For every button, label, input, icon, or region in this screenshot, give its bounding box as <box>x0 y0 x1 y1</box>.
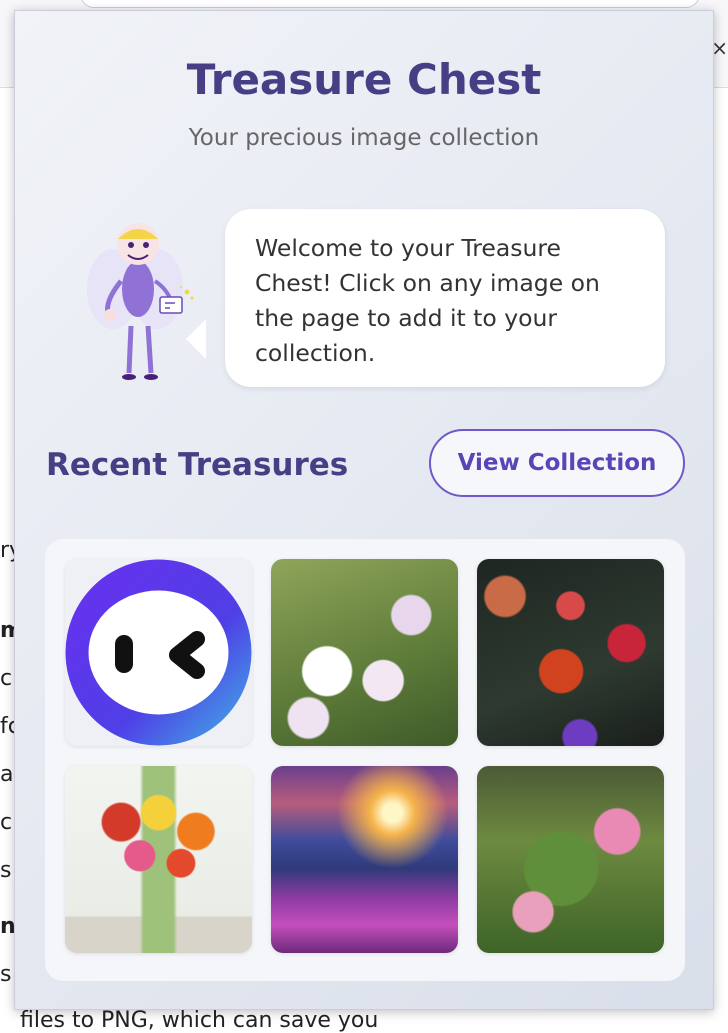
recent-treasures-grid <box>45 539 685 981</box>
popup-subtitle: Your precious image collection <box>188 125 540 151</box>
thumbnail-red-roses-bouquet[interactable] <box>477 559 664 746</box>
thumbnail-gerbera-daisy-vase[interactable] <box>65 766 252 953</box>
background-text: a <box>0 762 14 787</box>
treasure-chest-popup: Treasure Chest Your precious image colle… <box>14 10 714 1010</box>
thumbnail-mountain-sunset-meadow[interactable] <box>271 766 458 953</box>
background-text: s <box>0 858 12 883</box>
thumbnail-pink-lotus-flowers[interactable] <box>477 766 664 953</box>
view-collection-button[interactable]: View Collection <box>429 429 685 497</box>
app-logo-icon <box>65 559 252 746</box>
background-text: c <box>0 666 13 691</box>
popup-title: Treasure Chest <box>186 55 542 104</box>
speech-bubble-tail <box>186 319 206 359</box>
welcome-speech-bubble: Welcome to your Treasure Chest! Click on… <box>225 209 665 387</box>
recent-treasures-heading: Recent Treasures <box>46 447 349 483</box>
background-text: s <box>0 962 12 987</box>
address-bar[interactable] <box>80 0 700 8</box>
mascot-icon <box>87 223 194 380</box>
thumbnail-pink-anemone-flowers[interactable] <box>271 559 458 746</box>
background-bottom-text: files to PNG, which can save you <box>20 1008 379 1033</box>
thumbnail-app-logo[interactable] <box>65 559 252 746</box>
